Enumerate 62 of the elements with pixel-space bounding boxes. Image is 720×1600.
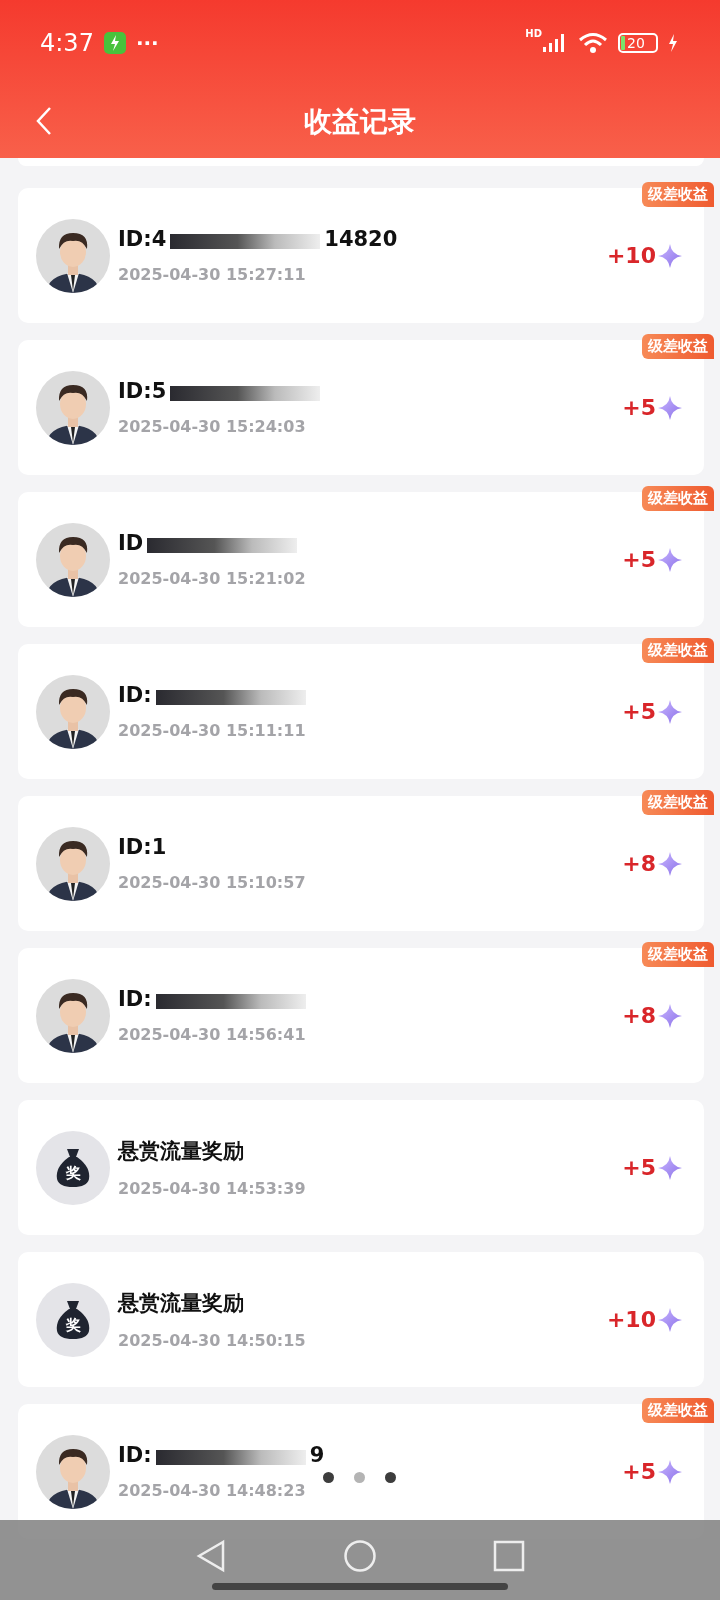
charging-app-icon	[103, 32, 126, 54]
amount-value: +5	[622, 1155, 656, 1180]
amount-value: +5	[622, 395, 656, 420]
sparkle-icon	[658, 1307, 682, 1332]
amount-value: +8	[622, 851, 656, 876]
amount-value: +8	[622, 1003, 656, 1028]
status-time: 4:37	[40, 29, 94, 57]
tag-label: 级差收益	[642, 334, 714, 359]
charging-icon	[668, 34, 678, 52]
page-title: 收益记录	[304, 104, 416, 140]
record-time: 2025-04-30 15:24:03	[118, 417, 306, 436]
user-id: ID:4	[118, 227, 167, 251]
more-notifications: ···	[135, 31, 159, 55]
amount-value: +10	[606, 1307, 656, 1332]
sparkle-icon	[658, 1003, 682, 1028]
record-time: 2025-04-30 14:56:41	[118, 1025, 306, 1044]
record-time: 2025-04-30 14:50:15	[118, 1331, 306, 1350]
gesture-handle[interactable]	[212, 1583, 508, 1590]
user-id: 14820	[324, 227, 398, 251]
tag-label: 级差收益	[642, 1398, 714, 1423]
sparkle-icon	[658, 547, 682, 572]
tag-label: 级差收益	[642, 942, 714, 967]
tag-label: 级差收益	[642, 638, 714, 663]
wifi-icon	[578, 32, 608, 54]
home-icon[interactable]	[343, 1539, 377, 1573]
amount-value: +5	[622, 547, 656, 572]
user-id: ID:	[118, 683, 152, 707]
user-id: ID:	[118, 987, 152, 1011]
record-time: 2025-04-30 15:11:11	[118, 721, 306, 740]
page-dot[interactable]	[385, 1472, 396, 1483]
amount-value: +10	[606, 243, 656, 268]
reward-bag-icon: 奖	[36, 1282, 110, 1357]
user-id: ID:	[118, 1443, 152, 1467]
tag-label: 级差收益	[642, 790, 714, 815]
user-id: 9	[309, 1443, 325, 1467]
user-id: ID	[118, 531, 144, 555]
record-title: 悬赏流量奖励	[118, 1290, 244, 1317]
user-id: ID:1	[118, 835, 167, 859]
record-time: 2025-04-30 14:48:23	[118, 1481, 306, 1500]
back-button[interactable]	[36, 106, 52, 136]
sparkle-icon	[658, 395, 682, 420]
amount-value: +5	[622, 699, 656, 724]
page-dot[interactable]	[323, 1472, 334, 1483]
record-time: 2025-04-30 15:27:11	[118, 265, 306, 284]
sparkle-icon	[658, 243, 682, 268]
sparkle-icon	[658, 851, 682, 876]
page-dot[interactable]	[354, 1472, 365, 1483]
record-title: 悬赏流量奖励	[118, 1138, 244, 1165]
recents-icon[interactable]	[492, 1539, 526, 1573]
sparkle-icon	[658, 699, 682, 724]
network-label: HD	[525, 28, 542, 39]
battery-icon: 20	[618, 33, 658, 53]
record-time: 2025-04-30 15:21:02	[118, 569, 306, 588]
record-time: 2025-04-30 15:10:57	[118, 873, 306, 892]
record-time: 2025-04-30 14:53:39	[118, 1179, 306, 1198]
sparkle-icon	[658, 1459, 682, 1484]
sparkle-icon	[658, 1155, 682, 1180]
tag-label: 级差收益	[642, 182, 714, 207]
tag-label: 级差收益	[642, 486, 714, 511]
amount-value: +5	[622, 1459, 656, 1484]
user-id: ID:5	[118, 379, 167, 403]
reward-bag-icon: 奖	[36, 1130, 110, 1205]
